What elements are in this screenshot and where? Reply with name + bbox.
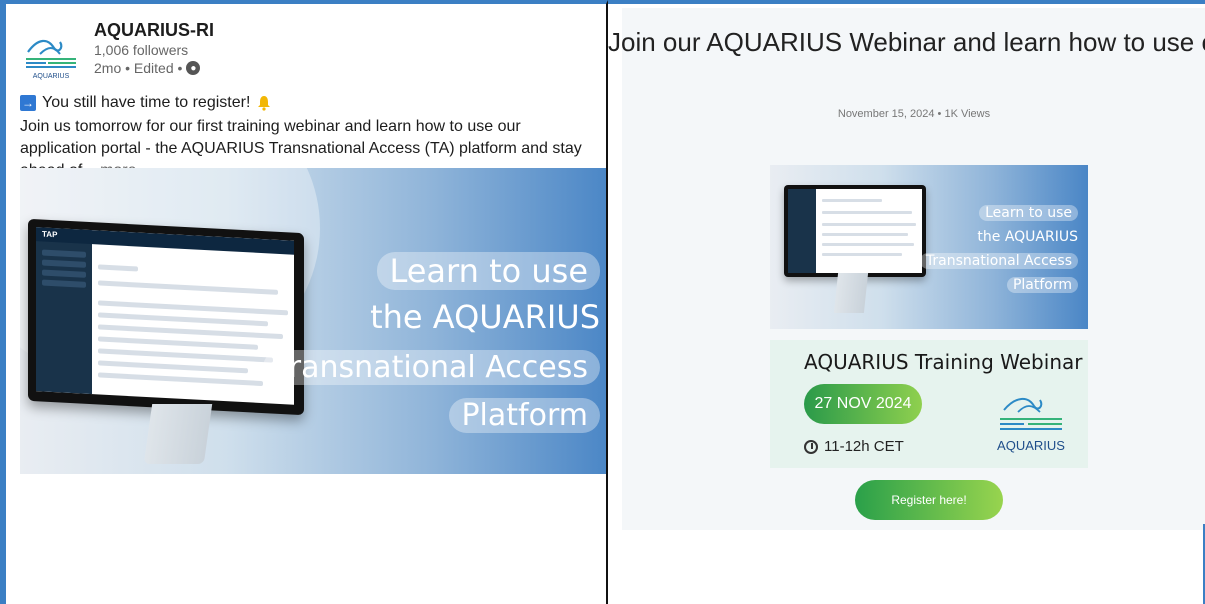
svg-text:AQUARIUS: AQUARIUS [33,73,70,80]
screen-line [822,223,916,226]
post-first-line: → You still have time to register! [20,94,272,112]
webinar-banner-image: Learn to use the AQUARIUS Transnational … [770,165,1088,329]
tap-label: TAP [42,229,58,240]
webinar-title: Join our AQUARIUS Webinar and learn how … [608,27,1205,57]
monitor-screen: TAP [36,227,294,405]
banner-line-3: Transnational Access [919,253,1078,269]
linkedin-post-panel: AQUARIUS AQUARIUS-RI 1,006 followers 2mo… [0,0,608,604]
screen-line [98,372,263,387]
card-title: AQUARIUS Training Webinar [804,350,1083,374]
screen-line [98,312,268,327]
screen-sidebar [36,227,92,395]
post-image[interactable]: TAP Learn to use the AQUARIUS Transnatio… [20,168,606,474]
webinar-page-panel: Join our AQUARIUS Webinar and learn how … [608,0,1205,604]
banner-line-1: Learn to use [979,205,1078,221]
screen-line [98,360,248,374]
image-line-4: Platform [449,398,600,433]
banner-line-4: Platform [1006,277,1078,293]
time-row: 11-12h CET [804,438,904,455]
register-button[interactable]: Register here! [855,480,1003,520]
globe-icon: ● [186,61,201,75]
clock-icon [804,439,818,454]
screen-line [822,233,908,236]
screen-line [98,280,278,295]
screen-sidebar-item [42,269,86,278]
webinar-card: AQUARIUS Training Webinar 27 NOV 2024 11… [770,340,1088,468]
webinar-date-views: November 15, 2024 • 1K Views [837,108,991,120]
screen-line [98,348,273,363]
screen-sidebar-item [42,249,86,258]
screen-line [822,211,912,214]
follower-count: 1,006 followers [94,42,189,58]
date-badge: 27 NOV 2024 [804,384,922,424]
post-meta: 2mo • Edited • ● [94,60,201,76]
org-name[interactable]: AQUARIUS-RI [94,20,214,41]
screen-line [822,199,882,202]
monitor-stand [833,273,869,313]
time-text: 11-12h CET [824,438,904,455]
image-line-3: Transnational Access [262,350,600,385]
screen-line [98,336,258,350]
monitor-image [784,185,926,277]
post-first-line-text: You still have time to register! [42,94,251,111]
monitor-screen [788,189,922,273]
screen-sidebar-item [42,279,86,288]
aquarius-logo-icon[interactable]: AQUARIUS [20,26,82,80]
post-header: AQUARIUS AQUARIUS-RI 1,006 followers 2mo… [20,18,580,88]
screen-line [822,243,914,246]
post-meta-text: 2mo • Edited • [94,60,183,76]
monitor-image: TAP [28,218,304,416]
screen-content [98,250,288,398]
logo-label: AQUARIUS [997,438,1065,453]
image-line-2: the AQUARIUS [370,298,600,336]
screen-sidebar [788,189,816,273]
monitor-stand [143,404,213,464]
screen-sidebar-item [42,259,86,268]
arrow-right-icon: → [20,95,36,111]
banner-line-2: the AQUARIUS [977,229,1078,245]
bell-icon [258,96,271,111]
image-line-1: Learn to use [377,252,600,290]
screen-line [98,264,138,272]
screen-line [822,253,902,256]
